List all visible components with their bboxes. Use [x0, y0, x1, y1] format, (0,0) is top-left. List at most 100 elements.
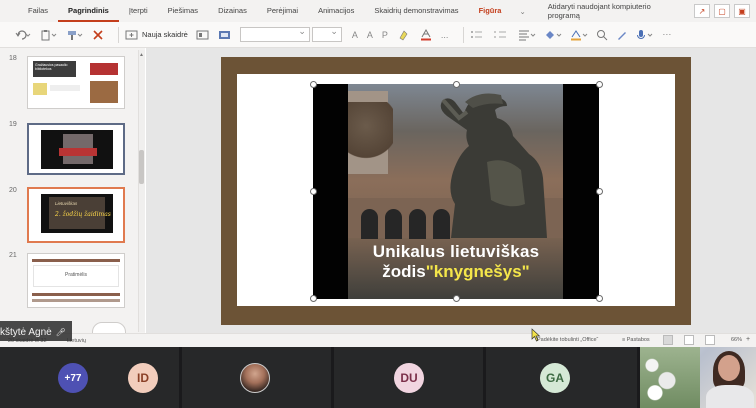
participant-photo-avatar[interactable]	[240, 363, 270, 393]
more-font-options-button[interactable]: ...	[441, 30, 449, 40]
font-family-dropdown[interactable]	[239, 26, 310, 42]
delete-x-icon[interactable]	[92, 26, 104, 44]
video-person-face	[718, 355, 740, 381]
slide18-text	[50, 85, 80, 91]
bold-button[interactable]: P	[382, 30, 388, 40]
resize-handle-left[interactable]	[310, 188, 317, 195]
zoom-in-icon[interactable]: +	[746, 336, 750, 343]
microphone-icon: 🎤︎	[55, 328, 66, 337]
slide21-title: Pratimėlis	[65, 272, 87, 278]
reading-view-icon[interactable]	[705, 335, 715, 345]
slide21-bottom-band	[32, 293, 120, 296]
tab-transitions[interactable]: Perėjimai	[257, 0, 308, 22]
resize-handle-bottom-left[interactable]	[310, 295, 317, 302]
slide-thumbnail-18[interactable]: Gražiausios pasaulio bibliotekos	[27, 56, 125, 109]
normal-view-icon[interactable]	[663, 335, 673, 345]
thumb-number: 18	[9, 55, 17, 62]
slide18-image	[33, 83, 47, 95]
help-improve-office-link[interactable]: Padėkite tobulinti „Office“	[537, 337, 598, 343]
photo-arch	[409, 209, 426, 239]
slide-thumbnail-20-selected[interactable]: Lietuviškas 2. žodžių žaidimas	[27, 187, 125, 243]
shrink-font-button[interactable]: A	[367, 30, 373, 40]
presenter-name-tag: kštytė Agnė 🎤︎	[0, 321, 72, 341]
slide21-top-band	[32, 259, 120, 262]
participant-tile[interactable]: GA	[486, 347, 640, 408]
notes-label: Pastabos	[626, 337, 650, 343]
slide-caption-prefix: žodis	[382, 262, 426, 281]
video-person-body	[706, 385, 754, 408]
thumbnails-scroll-thumb[interactable]	[139, 150, 144, 184]
highlight-icon[interactable]	[397, 26, 411, 44]
tab-file[interactable]: Failas	[18, 0, 58, 22]
microphone-dictate-icon[interactable]	[636, 26, 654, 44]
open-in-desktop-app-button[interactable]: Atidaryti naudojant kompiuterio programą	[534, 2, 694, 20]
tab-draw[interactable]: Piešimas	[158, 0, 208, 22]
participant-tile[interactable]: DU	[334, 347, 486, 408]
resize-handle-bottom[interactable]	[453, 295, 460, 302]
toolbar-separator-2	[463, 26, 465, 43]
ribbon-tab-bar: Failas Pagrindinis Įterpti Piešimas Diza…	[0, 0, 756, 22]
slide18-library-image	[90, 81, 118, 103]
slide-thumbnail-21[interactable]: Pratimėlis	[27, 253, 125, 308]
search-icon[interactable]	[596, 26, 608, 44]
slide18-title: Gražiausios pasaulio bibliotekos	[33, 61, 76, 77]
zoom-level[interactable]: 66%	[731, 337, 742, 343]
paste-button[interactable]	[40, 26, 58, 44]
numbering-icon[interactable]	[494, 26, 510, 44]
photo-arch	[385, 209, 402, 239]
undo-button[interactable]	[14, 26, 32, 44]
slide18-car-image	[90, 63, 118, 75]
tab-shape-format[interactable]: Figūra	[469, 0, 512, 22]
more-options-icon[interactable]: ⋯	[662, 29, 671, 40]
resize-handle-right[interactable]	[596, 188, 603, 195]
tab-slideshow[interactable]: Skaidrių demonstravimas	[364, 0, 468, 22]
photo-arch	[361, 209, 378, 239]
tab-animations[interactable]: Animacijos	[308, 0, 364, 22]
shape-outline-icon[interactable]	[570, 26, 588, 44]
resize-handle-bottom-right[interactable]	[596, 295, 603, 302]
participant-avatar[interactable]: DU	[394, 363, 424, 393]
tab-insert[interactable]: Įterpti	[119, 0, 158, 22]
ribbon-toolbar: Nauja skaidrė A A P ...	[0, 22, 756, 48]
knygnesys-statue-image	[440, 93, 547, 238]
shape-fill-icon[interactable]	[544, 26, 562, 44]
reuse-slide-button[interactable]	[218, 26, 232, 44]
powerpoint-online-window: Failas Pagrindinis Įterpti Piešimas Diza…	[0, 0, 756, 408]
participant-tile[interactable]	[182, 347, 334, 408]
align-icon[interactable]	[518, 26, 536, 44]
slide-thumbnail-19[interactable]	[27, 123, 125, 175]
format-painter-button[interactable]	[66, 26, 84, 44]
participant-video-feed[interactable]	[640, 347, 756, 408]
font-color-icon[interactable]	[419, 26, 433, 44]
present-icon[interactable]: ▣	[734, 4, 750, 18]
scroll-up-arrow-icon[interactable]: ▲	[139, 52, 144, 58]
tab-home[interactable]: Pagrindinis	[58, 0, 119, 22]
participant-avatar[interactable]: ID	[128, 363, 158, 393]
slide-sorter-view-icon[interactable]	[684, 335, 694, 345]
slide20-subtitle: 2. žodžių žaidimas	[55, 211, 111, 218]
slide-video-object[interactable]: Unikalus lietuviškas žodis"knygnešys"	[313, 84, 599, 299]
slide-thumbnails-panel: 18 Gražiausios pasaulio bibliotekos 19 2…	[0, 48, 145, 342]
new-slide-button[interactable]: Nauja skaidrė	[125, 26, 188, 44]
participant-avatar[interactable]: GA	[540, 363, 570, 393]
resize-handle-top-left[interactable]	[310, 81, 317, 88]
resize-handle-top[interactable]	[453, 81, 460, 88]
grow-font-button[interactable]: A	[352, 30, 358, 40]
presenter-name: kštytė Agnė	[0, 327, 52, 338]
tab-design[interactable]: Dizainas	[208, 0, 257, 22]
notes-button[interactable]: ≡ Pastabos	[622, 337, 650, 343]
participant-tile[interactable]: +77 ID	[0, 347, 182, 408]
share-icon[interactable]: ↗	[694, 4, 710, 18]
new-slide-label: Nauja skaidrė	[142, 30, 188, 39]
tab-overflow-chevron-icon[interactable]: ⌄	[511, 7, 533, 16]
bullets-icon[interactable]	[470, 26, 486, 44]
layout-button[interactable]	[196, 26, 210, 44]
meeting-participants-strip: +77 ID DU GA	[0, 347, 756, 408]
thumbnails-scrollbar[interactable]	[138, 50, 145, 332]
more-participants-avatar[interactable]: +77	[58, 363, 88, 393]
comments-icon[interactable]: ▢	[714, 4, 730, 18]
designer-icon[interactable]	[616, 26, 628, 44]
font-size-dropdown[interactable]	[311, 26, 342, 42]
resize-handle-top-right[interactable]	[596, 81, 603, 88]
thumb-number: 20	[9, 187, 17, 194]
